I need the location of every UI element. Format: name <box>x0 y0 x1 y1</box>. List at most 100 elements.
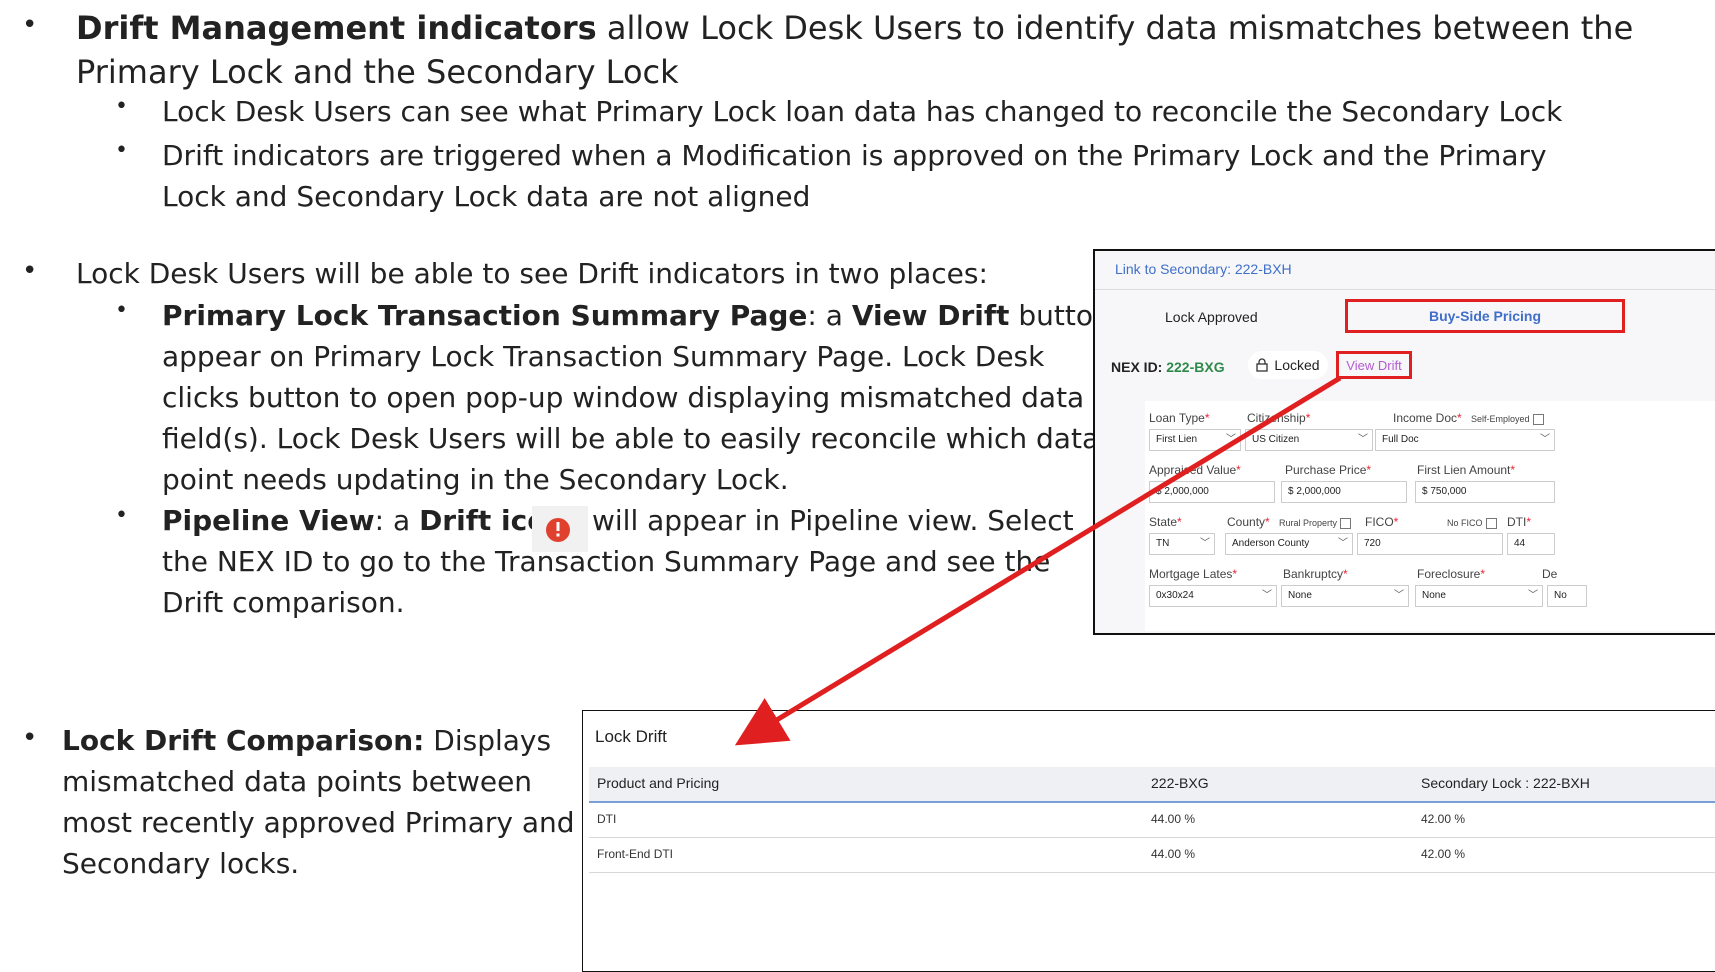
foreclosure-select[interactable]: None ﹀ <box>1415 585 1543 607</box>
bullet-drift-management: Drift Management indicators allow Lock D… <box>76 6 1633 50</box>
first-lien-amount-label: First Lien Amount* <box>1417 463 1516 477</box>
county-label: County* <box>1227 515 1270 529</box>
fico-input[interactable]: 720 <box>1357 533 1503 555</box>
dti-input[interactable]: 44 <box>1507 533 1555 555</box>
bullet-dot: • <box>22 10 38 40</box>
purchase-price-input[interactable]: $ 2,000,000 <box>1281 481 1407 503</box>
sub-bullet-triggered: Drift indicators are triggered when a Mo… <box>162 139 1547 172</box>
bullet-line: Primary Lock and the Secondary Lock <box>76 53 679 91</box>
appraised-value-label: Appraised Value* <box>1149 463 1241 477</box>
bankruptcy-label: Bankruptcy* <box>1283 567 1348 581</box>
bold-phrase: View Drift <box>851 299 1010 332</box>
bullet-line: Secondary locks. <box>62 847 300 880</box>
income-doc-label: Income Doc* <box>1393 411 1462 425</box>
de-select[interactable]: No <box>1547 585 1587 607</box>
bankruptcy-select[interactable]: None ﹀ <box>1281 585 1409 607</box>
table-row: DTI 44.00 % 42.00 % <box>589 803 1715 838</box>
divider <box>1095 289 1715 290</box>
sub-bullet-triggered-cont: Lock and Secondary Lock data are not ali… <box>162 180 811 213</box>
loan-type-select[interactable]: First Lien ﹀ <box>1149 429 1241 451</box>
dti-label: DTI* <box>1507 515 1532 529</box>
bullet-line: field(s). Lock Desk Users will be able t… <box>162 422 1100 455</box>
text: Displays <box>424 724 552 757</box>
bullet-drift-comparison: Lock Drift Comparison: Displays <box>62 721 551 761</box>
locked-badge: Locked <box>1248 351 1328 379</box>
header-product-pricing: Product and Pricing <box>597 775 720 791</box>
rural-property-checkbox[interactable] <box>1340 518 1352 530</box>
loan-type-label: Loan Type* <box>1149 411 1210 425</box>
citizenship-label: Citizenship* <box>1247 411 1311 425</box>
bullet-line: the NEX ID to go to the Transaction Summ… <box>162 545 1051 578</box>
chevron-down-icon: ﹀ <box>1358 434 1368 445</box>
header-primary-lock: 222-BXG <box>1151 775 1209 791</box>
text: : a <box>807 299 852 332</box>
chevron-down-icon: ﹀ <box>1262 590 1272 601</box>
self-employed-checkbox[interactable] <box>1532 414 1544 426</box>
appraised-value-input[interactable]: $ 2,000,000 <box>1149 481 1275 503</box>
self-employed-label: Self-Employed <box>1471 414 1544 426</box>
nex-id-value[interactable]: 222-BXG <box>1166 359 1224 375</box>
no-fico-label: No FICO <box>1447 518 1497 530</box>
view-drift-button[interactable]: View Drift <box>1336 351 1412 379</box>
mortgage-lates-label: Mortgage Lates* <box>1149 567 1238 581</box>
lock-drift-title: Lock Drift <box>595 727 667 746</box>
primary-value: 44.00 % <box>1151 847 1196 861</box>
mortgage-lates-select[interactable]: 0x30x24 ﹀ <box>1149 585 1277 607</box>
row-label: Front-End DTI <box>597 847 674 861</box>
county-select[interactable]: Anderson County ﹀ <box>1225 533 1353 555</box>
transaction-summary-screenshot: Link to Secondary: 222-BXH Lock Approved… <box>1093 249 1715 635</box>
text: : a <box>374 504 420 537</box>
purchase-price-label: Purchase Price* <box>1285 463 1372 477</box>
primary-value: 44.00 % <box>1151 812 1196 826</box>
bullet-dot: • <box>22 723 38 753</box>
header-secondary-lock: Secondary Lock : 222-BXH <box>1421 775 1590 791</box>
bullet-dot: • <box>115 94 128 119</box>
bold-phrase: Pipeline View <box>162 504 375 537</box>
rural-property-label: Rural Property <box>1279 518 1352 530</box>
chevron-down-icon: ﹀ <box>1528 590 1538 601</box>
bullet-line: mismatched data points between <box>62 765 533 798</box>
citizenship-select[interactable]: US Citizen ﹀ <box>1245 429 1373 451</box>
bold-phrase: Lock Drift Comparison: <box>62 724 425 757</box>
sub-bullet-summary-page: Primary Lock Transaction Summary Page: a… <box>162 296 1166 336</box>
bullet-line: will appear in Pipeline view. Select <box>592 504 1074 537</box>
sub-bullet-pipeline-view: Pipeline View: a Drift icon <box>162 501 566 541</box>
bold-phrase: Primary Lock Transaction Summary Page <box>162 299 808 332</box>
tab-label: Buy-Side Pricing <box>1428 308 1542 324</box>
nex-label: NEX ID: <box>1111 359 1167 375</box>
bullet-dot: • <box>115 298 128 323</box>
fico-label: FICO* <box>1365 515 1399 529</box>
bullet-line: most recently approved Primary and <box>62 806 575 839</box>
link-to-secondary[interactable]: Link to Secondary: 222-BXH <box>1115 261 1292 277</box>
bullet-line: Drift comparison. <box>162 586 405 619</box>
bullet-line: clicks button to open pop-up window disp… <box>162 381 1085 414</box>
bullet-dot: • <box>115 503 128 528</box>
view-drift-label: View Drift <box>1346 357 1402 373</box>
table-header: Product and Pricing 222-BXG Secondary Lo… <box>589 767 1715 803</box>
secondary-value: 42.00 % <box>1421 812 1466 826</box>
chevron-down-icon: ﹀ <box>1394 590 1404 601</box>
nex-id: NEX ID: 222-BXG <box>1111 359 1225 375</box>
no-fico-checkbox[interactable] <box>1485 518 1497 530</box>
chevron-down-icon: ﹀ <box>1200 538 1210 549</box>
sub-bullet-reconcile: Lock Desk Users can see what Primary Loc… <box>162 95 1563 128</box>
locked-label: Locked <box>1274 357 1320 373</box>
chevron-down-icon: ﹀ <box>1540 434 1550 445</box>
income-doc-select[interactable]: Full Doc ﹀ <box>1375 429 1555 451</box>
table-row: Front-End DTI 44.00 % 42.00 % <box>589 838 1715 873</box>
text: allow Lock Desk Users to identify data m… <box>596 9 1634 47</box>
row-label: DTI <box>597 812 617 826</box>
state-select[interactable]: TN ﹀ <box>1149 533 1215 555</box>
tab-buy-side-pricing[interactable]: Buy-Side Pricing <box>1345 299 1625 333</box>
first-lien-amount-input[interactable]: $ 750,000 <box>1415 481 1555 503</box>
foreclosure-label: Foreclosure* <box>1417 567 1486 581</box>
lock-drift-screenshot: Lock Drift Product and Pricing 222-BXG S… <box>582 710 1715 972</box>
bullet-dot: • <box>22 256 38 286</box>
chevron-down-icon: ﹀ <box>1226 434 1236 445</box>
state-label: State* <box>1149 515 1182 529</box>
lock-icon <box>1256 358 1269 372</box>
bullet-line: appear on Primary Lock Transaction Summa… <box>162 340 1045 373</box>
bullet-dot: • <box>115 138 128 163</box>
tab-lock-approved[interactable]: Lock Approved <box>1165 309 1258 325</box>
chevron-down-icon: ﹀ <box>1338 538 1348 549</box>
